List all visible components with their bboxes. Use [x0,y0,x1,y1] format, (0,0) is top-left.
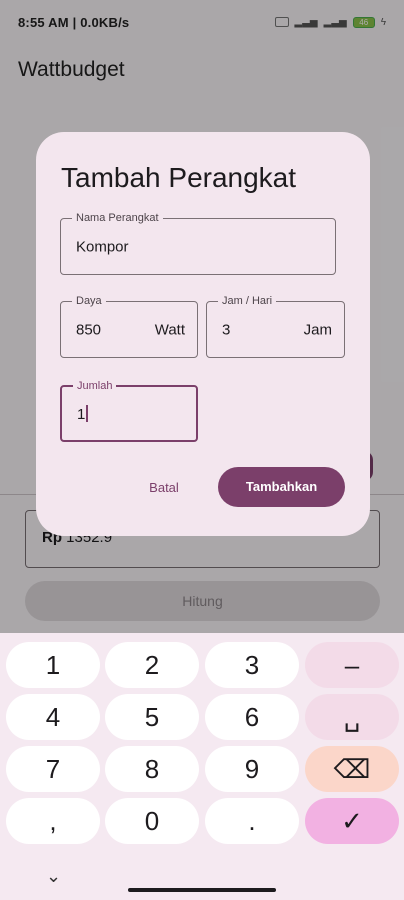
jam-hari-value: 3 [222,321,231,338]
numeric-keyboard: 1 2 3 – 4 5 6 ␣ 7 8 9 ⌫ , 0 . ✓ ⌄ [0,633,404,900]
jam-unit: Jam [303,321,332,338]
jumlah-field[interactable]: Jumlah 1 [60,379,198,442]
key-1[interactable]: 1 [6,642,100,688]
text-cursor [86,404,89,422]
chevron-down-icon[interactable]: ⌄ [46,866,61,887]
done-key[interactable]: ✓ [305,798,399,844]
backspace-key[interactable]: ⌫ [305,746,399,792]
add-button[interactable]: Tambahkan [218,467,345,507]
daya-value: 850 [76,321,102,338]
key-3[interactable]: 3 [205,642,299,688]
jam-hari-label: Jam / Hari [218,294,277,308]
key-space[interactable]: ␣ [305,694,399,740]
jumlah-label: Jumlah [73,379,117,393]
backspace-icon: ⌫ [333,753,371,784]
key-9[interactable]: 9 [205,746,299,792]
daya-field[interactable]: Daya 850 Watt [60,294,198,358]
jumlah-value: 1 [77,405,86,423]
cancel-button[interactable]: Batal [136,472,192,504]
key-2[interactable]: 2 [105,642,199,688]
jam-hari-field[interactable]: Jam / Hari 3 Jam [206,294,345,358]
key-4[interactable]: 4 [6,694,100,740]
key-comma[interactable]: , [6,798,100,844]
key-period[interactable]: . [205,798,299,844]
key-7[interactable]: 7 [6,746,100,792]
checkmark-icon: ✓ [341,805,363,836]
daya-label: Daya [72,294,106,308]
jumlah-value-wrap: 1 [77,404,89,423]
nama-perangkat-value: Kompor [76,238,129,255]
key-5[interactable]: 5 [105,694,199,740]
home-indicator[interactable] [128,888,276,892]
key-6[interactable]: 6 [205,694,299,740]
nama-perangkat-field[interactable]: Nama Perangkat Kompor [60,211,336,275]
key-8[interactable]: 8 [105,746,199,792]
key-minus[interactable]: – [305,642,399,688]
daya-unit: Watt [154,321,185,338]
key-0[interactable]: 0 [105,798,199,844]
nama-perangkat-label: Nama Perangkat [72,211,163,225]
dialog-title: Tambah Perangkat [61,162,297,193]
add-device-dialog: Tambah Perangkat Nama Perangkat Kompor D… [36,132,370,536]
